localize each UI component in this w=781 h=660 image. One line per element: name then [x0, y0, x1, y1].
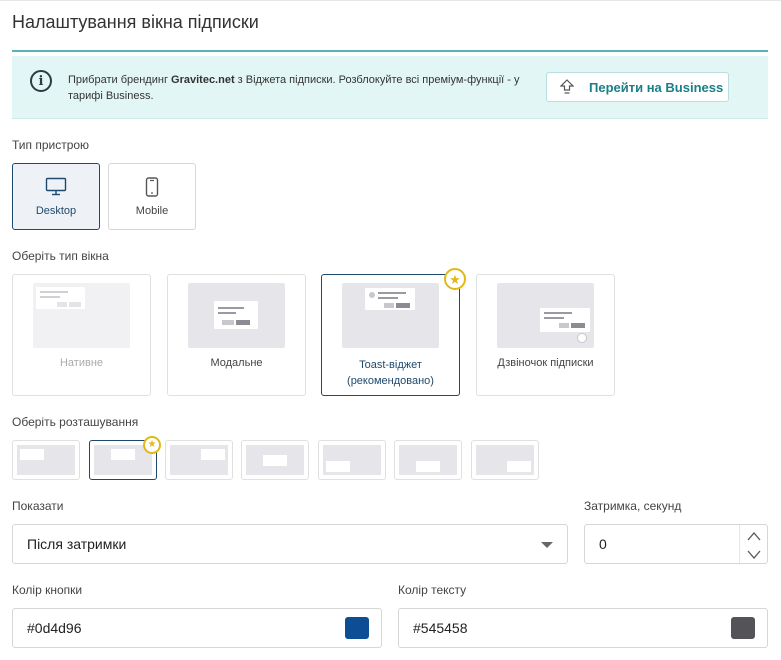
recommended-star-icon: ★ [444, 268, 466, 290]
delay-input[interactable]: 0 [584, 524, 768, 565]
toast-preview [342, 283, 439, 348]
show-select-value: Після затримки [27, 536, 127, 552]
position-recommended-star-icon: ★ [143, 436, 161, 454]
desktop-icon [45, 177, 67, 195]
native-preview [33, 283, 130, 348]
bell-preview [497, 283, 594, 348]
upgrade-banner: i Прибрати брендинг Gravitec.net з Відже… [12, 56, 768, 119]
text-color-input[interactable]: #545458 [398, 608, 768, 648]
arrow-down-icon [747, 550, 760, 559]
window-type-bell-label: Дзвіночок підписки [497, 357, 594, 369]
info-icon: i [30, 70, 52, 92]
device-desktop-button[interactable]: Desktop [12, 163, 100, 230]
window-type-modal[interactable]: Модальне [167, 274, 306, 396]
window-type-modal-label: Модальне [210, 357, 263, 369]
title-divider [12, 50, 768, 52]
increment-button[interactable] [740, 526, 767, 545]
banner-text: Прибрати брендинг Gravitec.net з Віджета… [68, 72, 538, 104]
device-mobile-button[interactable]: Mobile [108, 163, 196, 230]
window-type-label: Оберіть тип вікна [12, 249, 109, 263]
button-color-swatch[interactable] [345, 617, 369, 639]
show-select[interactable]: Після затримки [12, 524, 568, 564]
decrement-button[interactable] [740, 545, 767, 564]
mobile-icon [145, 176, 159, 197]
top-divider [0, 0, 781, 1]
text-color-value: #545458 [413, 620, 468, 636]
text-color-label: Колір тексту [398, 583, 467, 597]
delay-input-value: 0 [599, 536, 607, 552]
device-desktop-label: Desktop [35, 204, 77, 217]
upgrade-arrow-icon [557, 77, 577, 97]
position-label: Оберіть розташування [12, 415, 139, 429]
button-color-label: Колір кнопки [12, 583, 83, 597]
device-type-label: Тип пристрою [12, 138, 90, 152]
delay-label: Затримка, секунд [584, 499, 682, 513]
window-type-bell[interactable]: Дзвіночок підписки [476, 274, 615, 396]
position-option-4[interactable] [241, 440, 309, 480]
position-option-6[interactable] [394, 440, 462, 480]
modal-preview [188, 283, 285, 348]
banner-text-before: Прибрати брендинг [68, 74, 172, 86]
banner-brand: Gravitec.net [171, 74, 235, 86]
window-type-toast-label: Toast-віджет (рекомендовано) [347, 359, 434, 387]
arrow-up-icon [747, 531, 760, 540]
device-mobile-label: Mobile [135, 204, 169, 217]
window-type-native-label: Нативне [59, 357, 104, 369]
chevron-down-icon [541, 542, 553, 548]
upgrade-business-button[interactable]: Перейти на Business [546, 72, 729, 102]
position-option-1[interactable] [12, 440, 80, 480]
position-option-7[interactable] [471, 440, 539, 480]
text-color-swatch[interactable] [731, 617, 755, 639]
position-option-3[interactable] [165, 440, 233, 480]
button-color-input[interactable]: #0d4d96 [12, 608, 382, 648]
window-type-toast[interactable]: Toast-віджет (рекомендовано) [321, 274, 460, 396]
show-label: Показати [12, 499, 64, 513]
upgrade-business-label: Перейти на Business [589, 79, 724, 95]
delay-stepper [739, 525, 767, 565]
position-option-5[interactable] [318, 440, 386, 480]
page-title: Налаштування вікна підписки [12, 12, 259, 32]
button-color-value: #0d4d96 [27, 620, 82, 636]
window-type-native[interactable]: Нативне [12, 274, 151, 396]
